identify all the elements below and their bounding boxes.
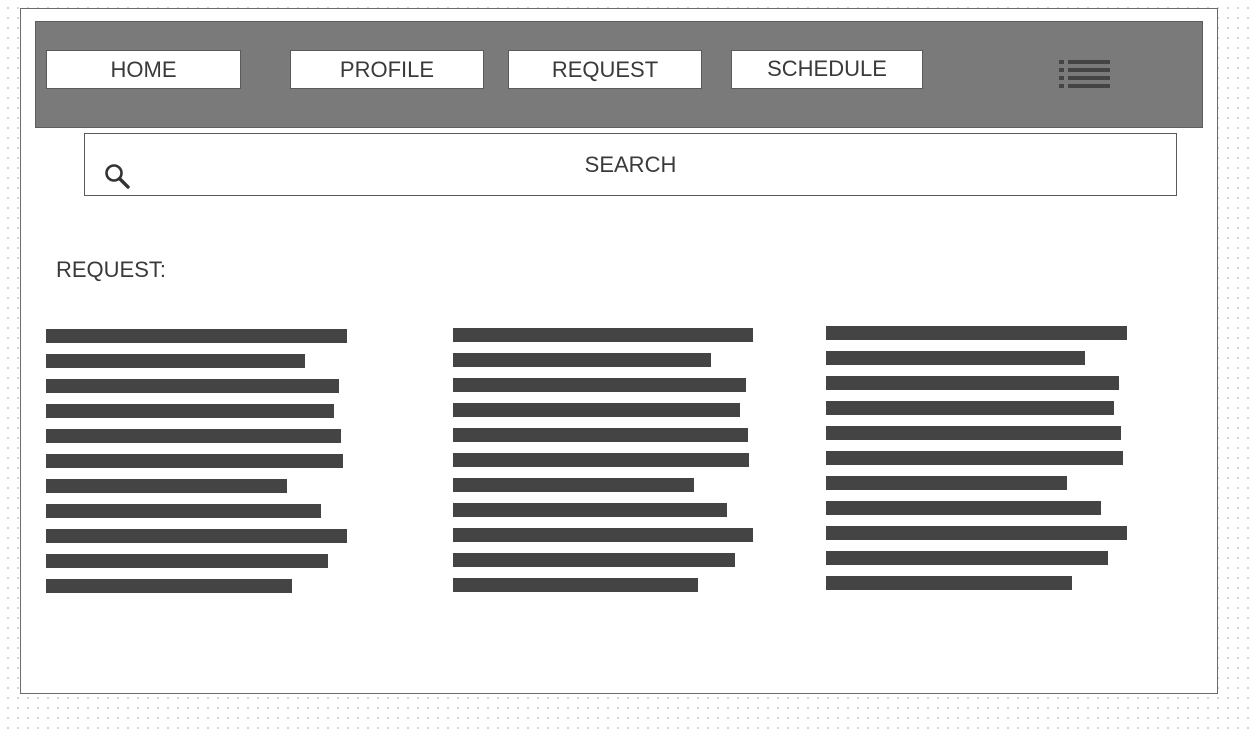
placeholder-text-line bbox=[826, 476, 1067, 490]
list-menu-icon[interactable] bbox=[1058, 58, 1111, 90]
placeholder-text-line bbox=[826, 426, 1121, 440]
placeholder-text-line bbox=[46, 529, 347, 543]
placeholder-text-line bbox=[46, 504, 321, 518]
placeholder-text-line bbox=[46, 554, 328, 568]
placeholder-text-line bbox=[46, 379, 339, 393]
nav-request-button[interactable]: REQUEST bbox=[508, 50, 702, 89]
placeholder-text-line bbox=[453, 578, 698, 592]
placeholder-text-line bbox=[453, 453, 749, 467]
placeholder-text-line bbox=[826, 401, 1114, 415]
nav-schedule-button[interactable]: SCHEDULE bbox=[731, 50, 923, 89]
placeholder-text-line bbox=[826, 451, 1123, 465]
placeholder-text-line bbox=[826, 376, 1119, 390]
section-title: REQUEST: bbox=[56, 257, 167, 282]
nav-profile-button[interactable]: PROFILE bbox=[290, 50, 484, 89]
placeholder-text-line bbox=[826, 326, 1127, 340]
nav-home-button[interactable]: HOME bbox=[46, 50, 241, 89]
placeholder-text-line bbox=[453, 328, 753, 342]
placeholder-text-line bbox=[453, 378, 746, 392]
placeholder-text-line bbox=[46, 329, 347, 343]
search-placeholder: SEARCH bbox=[584, 152, 677, 177]
placeholder-text-line bbox=[453, 403, 740, 417]
search-input[interactable]: SEARCH bbox=[84, 133, 1177, 196]
placeholder-text-line bbox=[453, 528, 753, 542]
placeholder-text-line bbox=[453, 353, 711, 367]
placeholder-text-line bbox=[46, 454, 343, 468]
placeholder-text-line bbox=[453, 478, 694, 492]
placeholder-text-line bbox=[46, 429, 341, 443]
placeholder-text-line bbox=[826, 501, 1101, 515]
placeholder-text-line bbox=[46, 479, 287, 493]
placeholder-text-line bbox=[826, 576, 1072, 590]
placeholder-text-line bbox=[453, 503, 727, 517]
placeholder-text-line bbox=[826, 551, 1108, 565]
placeholder-text-line bbox=[46, 579, 292, 593]
placeholder-text-line bbox=[46, 404, 334, 418]
placeholder-text-line bbox=[826, 351, 1085, 365]
placeholder-text-line bbox=[453, 553, 735, 567]
placeholder-text-line bbox=[826, 526, 1127, 540]
placeholder-text-line bbox=[453, 428, 748, 442]
placeholder-text-line bbox=[46, 354, 305, 368]
